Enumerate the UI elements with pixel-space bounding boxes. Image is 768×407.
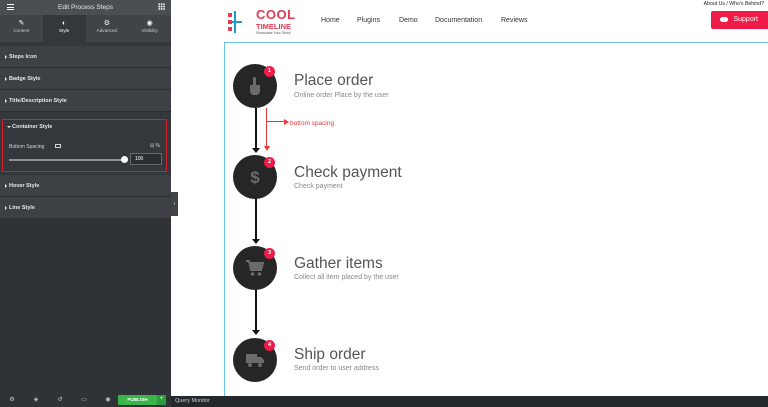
container-style-highlight: Container Style Bottom Spacing ⊟ %	[2, 119, 167, 172]
tab-visibility[interactable]: ◉ Visibility	[128, 15, 171, 42]
nav-documentation[interactable]: Documentation	[435, 17, 482, 24]
about-us-link[interactable]: About Us / Who's Behind?	[704, 1, 764, 7]
step-title: Gather items	[294, 255, 383, 272]
section-label: Steps Icon	[9, 54, 37, 60]
section-steps-icon[interactable]: Steps Icon	[0, 46, 171, 68]
step-description: Send order to user address	[294, 365, 379, 372]
section-container-style[interactable]: Container Style	[3, 120, 166, 136]
step-description: Check payment	[294, 183, 343, 190]
dollar-icon: $	[250, 168, 260, 187]
tab-content[interactable]: ✎ Content	[0, 15, 43, 42]
section-label: Title/Description Style	[9, 98, 67, 104]
svg-text:$: $	[250, 168, 260, 187]
section-label: Badge Style	[9, 76, 41, 82]
panel-title: Edit Process Steps	[58, 4, 113, 11]
step-number-badge: 4	[264, 340, 275, 351]
slider-handle[interactable]	[121, 156, 128, 163]
tab-label: Content	[13, 28, 30, 33]
unit-label: %	[155, 143, 160, 149]
spacing-marker-vertical	[266, 108, 268, 148]
caret-right-icon	[5, 206, 7, 210]
step-number-badge: 2	[264, 157, 275, 168]
menu-icon[interactable]	[7, 4, 14, 10]
settings-icon[interactable]: ⚙	[0, 396, 24, 403]
caret-right-icon	[5, 184, 7, 188]
caret-right-icon	[5, 77, 7, 81]
half-circle-icon: ◐	[62, 20, 67, 27]
arrow-down-icon	[263, 146, 270, 151]
caret-right-icon	[5, 55, 7, 59]
nav-home[interactable]: Home	[321, 17, 340, 24]
editor-panel: Edit Process Steps ✎ Content ◐ Style ⚙ A…	[0, 0, 171, 407]
tab-style[interactable]: ◐ Style	[42, 15, 86, 42]
step-connector-line	[255, 108, 257, 148]
bottom-spacing-input[interactable]	[130, 153, 162, 165]
tab-label: Visibility	[141, 28, 158, 33]
step-description: Online order Place by the user	[294, 92, 389, 99]
nav-plugins[interactable]: Plugins	[357, 17, 380, 24]
section-label: Container Style	[12, 124, 53, 130]
spacing-marker-horizontal	[266, 121, 285, 123]
bottom-spacing-slider[interactable]	[9, 159, 126, 161]
cart-icon	[246, 260, 265, 276]
eye-icon: ◉	[146, 20, 153, 27]
responsive-monitor-icon[interactable]	[55, 144, 61, 148]
preview-eye-icon[interactable]: ◉	[96, 396, 120, 403]
layers-icon[interactable]: ◈	[24, 396, 48, 403]
section-badge-style[interactable]: Badge Style	[0, 68, 171, 90]
style-sections: Steps Icon Badge Style Title/Description…	[0, 46, 171, 112]
tab-advanced[interactable]: ⚙ Advanced	[86, 15, 129, 42]
bottom-spacing-annotation: bottom spacing	[290, 120, 335, 127]
step-connector-line	[255, 289, 257, 330]
history-icon[interactable]: ↺	[48, 396, 72, 403]
logo-tagline: Showcase Your Story!	[256, 31, 292, 35]
arrow-down-icon	[252, 148, 260, 153]
step-connector-line	[255, 198, 257, 239]
collapse-panel-handle[interactable]: ‹	[171, 192, 178, 216]
arrow-right-icon	[284, 118, 289, 125]
step-number-badge: 3	[264, 248, 275, 259]
panel-header: Edit Process Steps	[0, 0, 171, 15]
site-logo[interactable]: COOL TIMELINE Showcase Your Story!	[228, 7, 304, 36]
nav-reviews[interactable]: Reviews	[501, 17, 527, 24]
unit-selector[interactable]: ⊟ %	[150, 143, 160, 149]
gear-icon: ⚙	[103, 20, 111, 27]
section-label: Line Style	[9, 205, 35, 211]
query-monitor-bar[interactable]: Query Monitor	[171, 396, 768, 407]
handshake-icon	[720, 17, 728, 22]
bottom-spacing-label: Bottom Spacing	[9, 144, 45, 150]
step-title: Check payment	[294, 164, 402, 181]
caret-right-icon	[5, 99, 7, 103]
step-description: Collect all item placed by the user	[294, 274, 399, 281]
style-sections-lower: Hover Style Line Style	[0, 175, 171, 219]
truck-icon	[246, 354, 264, 367]
section-label: Hover Style	[9, 183, 40, 189]
tab-label: Style	[59, 28, 70, 33]
arrow-down-icon	[252, 330, 260, 335]
caret-down-icon	[7, 126, 11, 128]
panel-tabs: ✎ Content ◐ Style ⚙ Advanced ◉ Visibilit…	[0, 15, 171, 42]
step-title: Place order	[294, 72, 374, 89]
arrow-down-icon	[252, 239, 260, 244]
panel-footer: ⚙ ◈ ↺ ▭ ◉ PUBLISH +	[0, 392, 171, 407]
step-title: Ship order	[294, 346, 366, 363]
pencil-icon: ✎	[18, 20, 25, 27]
logo-text-cool: COOL	[256, 7, 296, 22]
responsive-icon[interactable]: ▭	[72, 396, 96, 403]
widgets-grid-icon[interactable]	[158, 3, 165, 10]
logo-text-timeline: TIMELINE	[256, 22, 291, 31]
logo-mark-icon	[228, 11, 242, 33]
publish-options-button[interactable]: +	[157, 395, 166, 405]
panel-empty-area	[0, 219, 171, 392]
nav-demo[interactable]: Demo	[399, 17, 418, 24]
support-label: Support	[733, 16, 758, 23]
section-line-style[interactable]: Line Style	[0, 197, 171, 219]
section-hover-style[interactable]: Hover Style	[0, 175, 171, 197]
support-button[interactable]: Support	[711, 11, 768, 29]
tab-label: Advanced	[96, 28, 118, 33]
publish-button[interactable]: PUBLISH	[118, 395, 157, 405]
hand-pointer-icon	[250, 77, 260, 95]
step-number-badge: 1	[264, 66, 275, 77]
section-title-description-style[interactable]: Title/Description Style	[0, 90, 171, 112]
